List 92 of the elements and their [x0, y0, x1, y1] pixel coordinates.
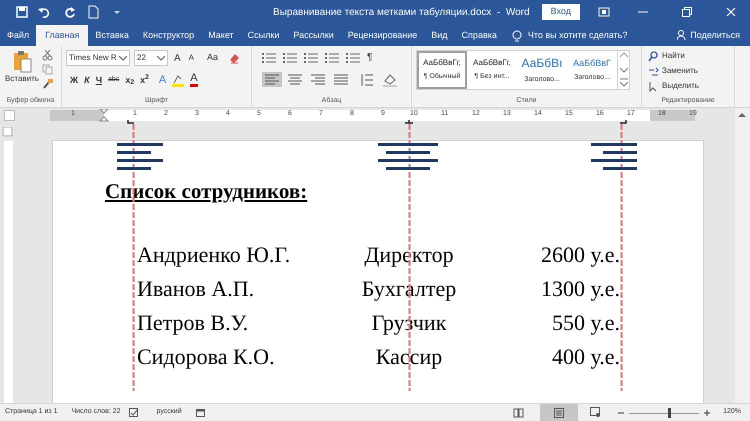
macro-icon[interactable] — [196, 408, 205, 417]
employee-name: Сидорова К.О. — [137, 343, 276, 371]
editing-button[interactable]: Найти — [648, 50, 699, 62]
restore-icon[interactable] — [682, 7, 692, 17]
change-case-button[interactable]: Aa — [204, 51, 222, 65]
person-icon — [677, 30, 686, 41]
font-name-field[interactable]: Times New R — [66, 50, 130, 66]
right-tab-marker-icon[interactable] — [619, 120, 627, 124]
highlight-icon[interactable] — [172, 74, 184, 87]
ribbon-tab[interactable]: Макет — [201, 25, 241, 46]
paste-button[interactable]: Вставить — [4, 50, 40, 95]
chevron-icon — [119, 56, 127, 60]
show-marks-button[interactable]: ¶ — [367, 50, 372, 65]
line-spacing-icon[interactable] — [360, 72, 374, 86]
style-preview: АаБбВı — [522, 55, 562, 72]
ribbon-tab[interactable]: Вставка — [88, 25, 136, 46]
clipboard-icon — [12, 50, 32, 73]
employee-salary: 1300 у.е. — [540, 275, 620, 303]
dropdown-icon[interactable] — [113, 9, 121, 15]
ribbon-tab[interactable]: Главная — [36, 25, 88, 46]
search-icon — [648, 50, 659, 62]
employee-name: Петров В.У. — [137, 309, 250, 337]
vertical-scrollbar[interactable] — [735, 123, 750, 403]
zoom-in-icon[interactable] — [703, 408, 712, 416]
employee-position: Директор — [363, 241, 455, 269]
page-icon — [554, 408, 564, 418]
chevron-icon — [157, 56, 165, 60]
indent-marker-icon[interactable] — [99, 109, 109, 122]
ribbon-display-icon[interactable] — [598, 7, 610, 17]
justify-button[interactable] — [331, 72, 351, 87]
lightbulb-icon — [512, 30, 522, 42]
style-preview: АаБбВвГг, — [473, 57, 511, 70]
share-button[interactable]: Поделиться — [677, 25, 740, 46]
tell-me-search[interactable]: Что вы хотите сделать? — [528, 28, 628, 42]
ribbon-tab[interactable]: Справка — [454, 25, 504, 46]
editing-button[interactable]: Выделить — [648, 80, 699, 92]
format-painter-icon[interactable] — [42, 78, 53, 89]
web-layout-icon[interactable] — [590, 407, 602, 418]
shading-icon[interactable] — [383, 72, 397, 87]
replace-icon — [648, 66, 659, 76]
employee-position: Бухгалтер — [360, 275, 458, 303]
slider-thumb[interactable] — [668, 408, 671, 418]
ribbon-tab[interactable]: Конструктор — [136, 25, 202, 46]
employee-position: Грузчик — [370, 309, 448, 337]
employee-name: Иванов А.П. — [137, 275, 256, 303]
read-mode-icon[interactable] — [513, 408, 524, 418]
clear-formatting-icon[interactable] — [229, 52, 240, 64]
left-tab-icon — [117, 143, 163, 170]
print-layout-button[interactable] — [540, 404, 578, 421]
align-right-button[interactable] — [308, 72, 328, 87]
new-document-icon[interactable] — [88, 5, 99, 19]
left-tab-marker-icon[interactable] — [127, 120, 135, 124]
employee-position: Кассир — [374, 343, 444, 371]
ribbon-tab[interactable]: Файл — [0, 25, 36, 46]
ribbon-tab[interactable]: Рассылки — [286, 25, 341, 46]
window-title: Выравнивание текста метками табуляции.docx - Word — [272, 6, 530, 20]
ribbon-tab[interactable]: Рецензирование — [340, 25, 424, 46]
font-color-button[interactable]: A — [190, 73, 198, 88]
ribbon-tab[interactable]: Ссылки — [240, 25, 286, 46]
undo-icon[interactable] — [38, 6, 50, 18]
employee-salary: 400 у.е. — [550, 343, 620, 371]
employee-salary: 550 у.е. — [550, 309, 620, 337]
font-size-field[interactable]: 22 — [134, 50, 168, 66]
right-tab-icon — [591, 143, 637, 170]
close-icon[interactable] — [726, 7, 736, 17]
text-effects-button[interactable]: A — [158, 72, 166, 88]
employee-salary: 2600 у.е. — [540, 241, 620, 269]
align-left-button[interactable] — [262, 72, 282, 87]
scissors-icon[interactable] — [42, 50, 53, 61]
format-button[interactable]: x$^{2}$ — [140, 74, 149, 87]
align-center-button[interactable] — [285, 72, 305, 87]
redo-icon[interactable] — [64, 6, 76, 18]
format-button[interactable]: Ж — [70, 74, 78, 87]
save-icon[interactable] — [16, 6, 28, 18]
center-tab-icon — [378, 143, 438, 170]
format-button[interactable]: К — [84, 74, 90, 87]
bullets-icon[interactable] — [262, 52, 276, 64]
shrink-font-button[interactable]: A — [186, 52, 196, 64]
style-preview: АаБбВвГг, — [423, 57, 461, 70]
sign-in-button[interactable]: Вход — [542, 4, 580, 20]
document-heading: Список сотрудников: — [105, 178, 308, 205]
editing-button[interactable]: Заменить — [648, 65, 699, 77]
zoom-slider[interactable] — [629, 408, 700, 418]
employee-name: Андриенко Ю.Г. — [137, 241, 292, 269]
more-styles-icon[interactable] — [618, 77, 630, 89]
format-button[interactable]: x$_{2}$ — [125, 74, 134, 87]
proofing-icon[interactable] — [128, 408, 138, 417]
center-tab-marker-icon[interactable] — [405, 120, 413, 124]
format-button[interactable]: Ч — [96, 74, 102, 87]
style-preview: АаБбВвГ — [573, 56, 611, 70]
ribbon-tab[interactable]: Вид — [424, 25, 455, 46]
grow-font-button[interactable]: A — [172, 50, 183, 66]
